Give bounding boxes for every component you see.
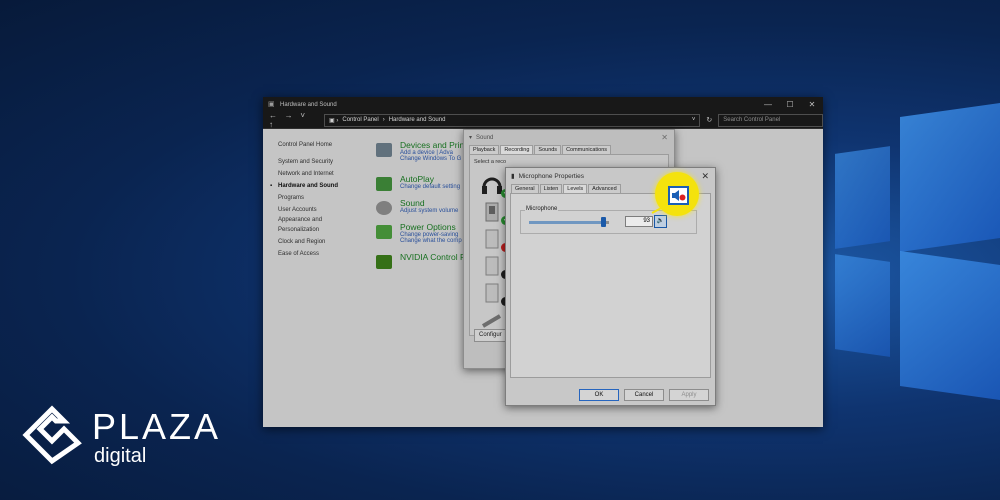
tab-general[interactable]: General xyxy=(511,184,539,193)
logo-sub: digital xyxy=(94,445,147,467)
wallpaper-pane xyxy=(835,254,890,357)
breadcrumb[interactable]: ▣ › Control Panel › Hardware and Sound ˅ xyxy=(324,113,701,127)
back-arrow-icon[interactable]: ← xyxy=(269,111,277,120)
breadcrumb-item[interactable]: Hardware and Sound xyxy=(389,117,446,123)
category-title[interactable]: Power Options xyxy=(400,222,471,232)
nvidia-icon xyxy=(376,255,392,269)
up-arrow-icon[interactable]: ↑ xyxy=(269,120,273,129)
close-icon[interactable]: ✕ xyxy=(801,100,823,109)
logo-word: PLAZA xyxy=(92,406,222,447)
control-panel-icon: ▣ xyxy=(268,100,275,108)
category-title[interactable]: AutoPlay xyxy=(400,174,471,184)
plaza-digital-logo: PLAZA digital xyxy=(22,405,218,475)
highlight-callout xyxy=(655,172,699,216)
mute-speaker-icon xyxy=(668,186,689,205)
sidebar: Control Panel Home System and Security N… xyxy=(270,139,338,260)
wallpaper-pane xyxy=(900,250,1000,401)
close-icon[interactable]: ✕ xyxy=(661,133,668,142)
breadcrumb-item[interactable]: Control Panel xyxy=(342,117,378,123)
category-title[interactable]: NVIDIA Control Pa xyxy=(400,252,471,262)
level-slider[interactable] xyxy=(529,217,609,227)
speaker-icon xyxy=(376,201,392,215)
search-placeholder: Search Control Panel xyxy=(723,117,781,123)
breadcrumb-separator: › xyxy=(382,117,385,123)
title-bar: ▣ Hardware and Sound — ☐ ✕ xyxy=(263,97,823,112)
maximize-icon[interactable]: ☐ xyxy=(779,100,801,109)
sidebar-item[interactable]: Network and Internet xyxy=(278,168,338,180)
category-nvidia: NVIDIA Control Pa xyxy=(376,252,471,276)
sound-title-bar: ▾ Sound ✕ xyxy=(464,130,674,145)
wallpaper-pane xyxy=(900,102,1000,253)
category-power: Power Options Change power-saving Change… xyxy=(376,222,471,252)
levels-panel: Microphone 93 🔈 xyxy=(510,193,711,378)
tab-recording[interactable]: Recording xyxy=(500,145,534,154)
sound-icon: ▾ xyxy=(469,135,473,141)
group-label: Microphone xyxy=(525,206,559,212)
wallpaper-pane xyxy=(835,146,890,249)
sidebar-item[interactable]: Personalization xyxy=(278,224,338,236)
autoplay-icon xyxy=(376,177,392,191)
tab-advanced[interactable]: Advanced xyxy=(588,184,621,193)
sidebar-item[interactable]: Control Panel Home xyxy=(278,139,338,151)
category-title[interactable]: Devices and Printe xyxy=(400,140,471,150)
category-link[interactable]: Change what the comp xyxy=(400,238,471,244)
tab-sounds[interactable]: Sounds xyxy=(534,145,562,154)
microphone-icon: ▮ xyxy=(511,173,515,180)
battery-icon xyxy=(376,225,392,239)
level-value[interactable]: 93 xyxy=(625,216,653,227)
category-autoplay: AutoPlay Change default setting xyxy=(376,174,471,198)
category-title[interactable]: Sound xyxy=(400,198,471,208)
category-link[interactable]: Change Windows To G xyxy=(400,156,471,162)
address-bar: ← → ˅ ↑ ▣ › Control Panel › Hardware and… xyxy=(263,111,823,129)
close-icon[interactable]: ✕ xyxy=(701,171,709,182)
speaker-muted-icon xyxy=(672,190,686,201)
category-devices: Devices and Printe Add a device | Adva C… xyxy=(376,140,471,164)
folder-icon: ▣ › xyxy=(329,117,339,124)
sidebar-item[interactable]: Ease of Access xyxy=(278,248,338,260)
ok-button[interactable]: OK xyxy=(579,389,619,401)
sidebar-item-current[interactable]: Hardware and Sound xyxy=(270,180,338,192)
sound-tabs: Playback Recording Sounds Communications xyxy=(464,145,674,154)
category-sound: Sound Adjust system volume xyxy=(376,198,471,222)
mute-speaker-icon[interactable]: 🔈 xyxy=(654,215,667,228)
apply-button[interactable]: Apply xyxy=(669,389,709,401)
sidebar-item[interactable]: System and Security xyxy=(278,156,338,168)
cancel-button[interactable]: Cancel xyxy=(624,389,664,401)
search-input[interactable]: Search Control Panel xyxy=(718,113,823,127)
tab-listen[interactable]: Listen xyxy=(539,184,563,193)
dialog-title: Sound xyxy=(476,134,494,141)
dialog-title: Microphone Properties xyxy=(518,172,584,180)
minimize-icon[interactable]: — xyxy=(757,100,779,109)
level-fill xyxy=(529,221,604,224)
window-title: Hardware and Sound xyxy=(280,101,337,108)
category-link[interactable]: Adjust system volume xyxy=(400,208,471,214)
tab-levels[interactable]: Levels xyxy=(563,184,588,193)
category-link[interactable]: Change default setting xyxy=(400,184,471,190)
logo-mark-icon xyxy=(22,405,82,465)
printer-icon xyxy=(376,143,392,157)
sidebar-item[interactable]: Clock and Region xyxy=(278,236,338,248)
chevron-down-icon[interactable]: ˅ xyxy=(692,117,696,123)
dialog-buttons: OK Cancel Apply xyxy=(574,389,709,401)
chevron-down-icon[interactable]: ˅ xyxy=(300,111,305,120)
category-list: Devices and Printe Add a device | Adva C… xyxy=(376,140,471,276)
refresh-icon[interactable]: ↻ xyxy=(706,116,712,124)
sidebar-item[interactable]: User Accounts xyxy=(278,204,338,216)
sidebar-item[interactable]: Programs xyxy=(278,192,338,204)
tab-communications[interactable]: Communications xyxy=(562,145,612,154)
slider-thumb[interactable] xyxy=(601,217,607,227)
forward-arrow-icon[interactable]: → xyxy=(285,111,293,120)
sidebar-item[interactable]: Appearance and xyxy=(278,216,338,224)
tab-playback[interactable]: Playback xyxy=(469,145,500,154)
